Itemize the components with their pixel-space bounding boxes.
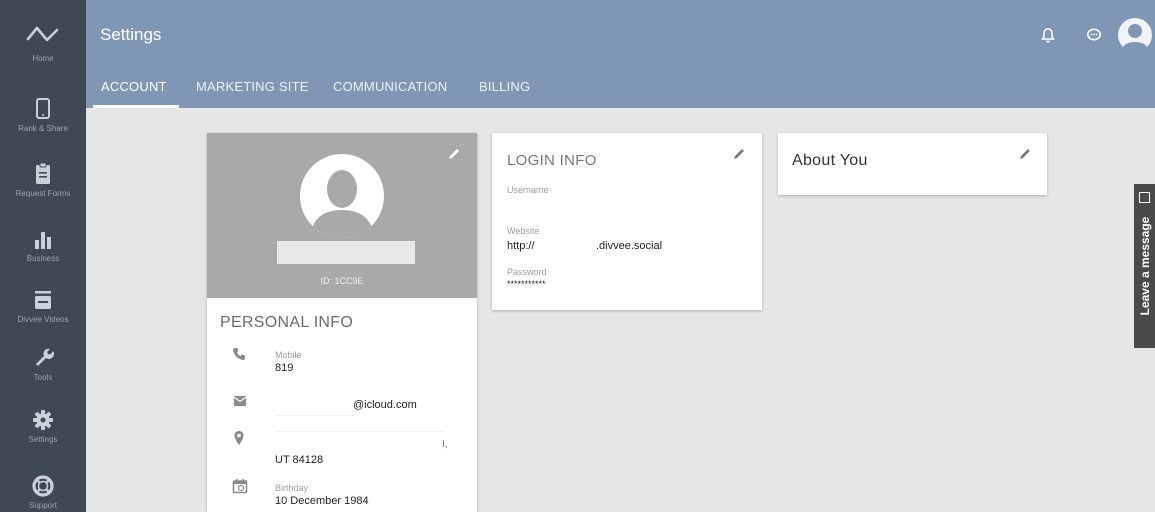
- sidebar-item-label: Request Forms: [15, 189, 71, 198]
- avatar: [300, 154, 384, 238]
- sidebar-item-label: Tools: [33, 373, 53, 382]
- clipboard-icon: [36, 162, 50, 184]
- tv-icon: [35, 291, 51, 309]
- avatar-silhouette-icon: [310, 170, 374, 238]
- username-label: Username: [507, 185, 549, 195]
- profile-header: ID: 1CC9E: [207, 133, 477, 298]
- phone-icon: [233, 348, 245, 360]
- mobile-label: Mobile: [275, 350, 302, 360]
- website-label: Website: [507, 226, 540, 236]
- user-avatar-icon[interactable]: [1118, 18, 1152, 52]
- pulse-icon: [26, 26, 59, 42]
- tab-billing[interactable]: BILLING: [479, 79, 530, 94]
- email-icon: [233, 396, 247, 406]
- sidebar-item-label: Home: [32, 54, 54, 63]
- birthday-value: 10 December 1984: [275, 495, 369, 507]
- sidebar-item-home[interactable]: Home: [0, 22, 86, 63]
- lifebuoy-icon: [32, 475, 54, 497]
- sidebar-item-divvee-videos[interactable]: Divvee Videos: [0, 288, 86, 324]
- sidebar-item-support[interactable]: Support: [0, 474, 86, 510]
- about-you-card: About You: [778, 133, 1047, 195]
- phone-icon: [36, 98, 50, 119]
- edit-about-you-icon[interactable]: [1018, 147, 1032, 161]
- email-value: @icloud.com: [353, 399, 417, 411]
- sidebar: Home Rank & Share Request Forms Business: [0, 0, 86, 512]
- tab-account[interactable]: ACCOUNT: [101, 79, 167, 94]
- sidebar-item-request-forms[interactable]: Request Forms: [0, 162, 86, 198]
- sidebar-item-label: Settings: [28, 435, 58, 444]
- birthday-label: Birthday: [275, 483, 309, 493]
- gear-icon: [33, 410, 53, 430]
- website-suffix: .divvee.social: [596, 240, 663, 252]
- personal-info-title: PERSONAL INFO: [220, 314, 354, 331]
- website-prefix: http://: [507, 240, 535, 252]
- sidebar-item-label: Divvee Videos: [17, 315, 69, 324]
- profile-card: ID: 1CC9E PERSONAL INFO Mobile 819 @iclo…: [207, 133, 477, 512]
- tab-communication[interactable]: COMMUNICATION: [333, 79, 447, 94]
- email-redacted: [275, 415, 353, 416]
- login-info-card: LOGIN INFO Username Website http:// .div…: [492, 133, 762, 310]
- sidebar-item-tools[interactable]: Tools: [0, 346, 86, 382]
- close-icon[interactable]: [1139, 192, 1150, 203]
- calendar-icon: [232, 479, 248, 494]
- address-value: UT 84128: [275, 454, 324, 466]
- edit-login-info-icon[interactable]: [732, 147, 746, 161]
- location-pin-icon: [234, 431, 244, 445]
- edit-profile-icon[interactable]: [447, 147, 461, 161]
- page-title: Settings: [100, 25, 162, 44]
- profile-id: ID: 1CC9E: [320, 276, 364, 286]
- chat-icon[interactable]: [1086, 27, 1102, 43]
- sidebar-item-settings[interactable]: Settings: [0, 408, 86, 444]
- active-tab-indicator: [93, 105, 179, 108]
- bell-icon[interactable]: [1041, 27, 1055, 43]
- login-info-title: LOGIN INFO: [507, 152, 597, 169]
- sidebar-item-label: Rank & Share: [18, 124, 68, 133]
- about-you-title: About You: [792, 152, 868, 169]
- top-header: Settings ACCOUNT MARKETING SITE COMMUNIC…: [86, 0, 1155, 108]
- sidebar-item-rank-share[interactable]: Rank & Share: [0, 97, 86, 133]
- password-label: Password: [507, 267, 547, 277]
- wrench-icon: [36, 348, 54, 366]
- profile-name: [277, 241, 415, 264]
- address-line1-redacted: [275, 431, 445, 432]
- bar-chart-icon: [35, 232, 51, 249]
- leave-message-tab[interactable]: Leave a message: [1134, 184, 1155, 348]
- address-extra: I,: [442, 439, 448, 450]
- tab-marketing-site[interactable]: MARKETING SITE: [196, 79, 309, 94]
- sidebar-item-business[interactable]: Business: [0, 227, 86, 263]
- mobile-value: 819: [275, 362, 294, 374]
- password-value: ***********: [507, 279, 546, 289]
- leave-message-label: Leave a message: [1137, 216, 1152, 316]
- sidebar-item-label: Support: [28, 501, 58, 510]
- sidebar-item-label: Business: [26, 254, 60, 263]
